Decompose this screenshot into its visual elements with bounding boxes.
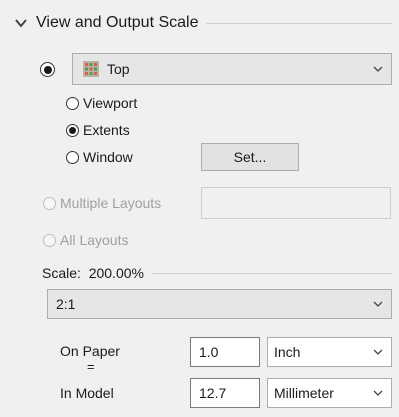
window-radio[interactable] bbox=[66, 150, 79, 164]
scale-dropdown[interactable]: 2:1 bbox=[47, 289, 392, 319]
paper-unit-value: Inch bbox=[274, 344, 301, 360]
model-value-text: 12.7 bbox=[199, 385, 227, 401]
model-unit-select[interactable]: Millimeter bbox=[267, 378, 392, 408]
option-extents[interactable]: Extents bbox=[66, 120, 130, 140]
option-window[interactable]: Window bbox=[66, 147, 133, 167]
layouts-field[interactable] bbox=[201, 187, 391, 219]
window-label: Window bbox=[83, 149, 133, 165]
grid-view-icon bbox=[83, 61, 99, 77]
extents-label: Extents bbox=[83, 122, 130, 138]
section-title: View and Output Scale bbox=[36, 14, 199, 31]
divider bbox=[151, 272, 392, 274]
scale-dropdown-value: 2:1 bbox=[56, 296, 76, 312]
chevron-down-icon[interactable] bbox=[14, 16, 28, 30]
equals-label: = bbox=[87, 359, 95, 374]
model-value-input[interactable]: 12.7 bbox=[190, 378, 260, 408]
in-model-label: In Model bbox=[60, 385, 114, 401]
option-viewport[interactable]: Viewport bbox=[66, 93, 137, 113]
extents-radio[interactable] bbox=[66, 123, 79, 137]
paper-value-input[interactable]: 1.0 bbox=[190, 337, 260, 367]
set-window-button-label: Set... bbox=[233, 149, 267, 165]
chevron-down-icon bbox=[373, 301, 383, 307]
chevron-down-icon bbox=[373, 66, 383, 72]
divider bbox=[206, 22, 392, 24]
scale-label: Scale: 200.00% bbox=[42, 265, 144, 281]
all-layouts-label: All Layouts bbox=[60, 232, 129, 248]
chevron-down-icon bbox=[373, 390, 383, 396]
section-header[interactable]: View and Output Scale bbox=[14, 10, 392, 36]
paper-value-text: 1.0 bbox=[199, 344, 219, 360]
multiple-layouts-label: Multiple Layouts bbox=[60, 195, 162, 211]
option-multiple-layouts[interactable]: Multiple Layouts bbox=[43, 193, 161, 213]
on-paper-label: On Paper bbox=[60, 343, 120, 359]
all-layouts-radio[interactable] bbox=[43, 233, 56, 247]
multiple-layouts-radio[interactable] bbox=[43, 196, 56, 210]
model-unit-value: Millimeter bbox=[274, 385, 334, 401]
paper-unit-select[interactable]: Inch bbox=[267, 337, 392, 367]
viewport-radio[interactable] bbox=[66, 96, 79, 110]
option-all-layouts[interactable]: All Layouts bbox=[43, 230, 128, 250]
viewport-label: Viewport bbox=[83, 95, 138, 111]
view-dropdown-value: Top bbox=[107, 61, 130, 77]
chevron-down-icon bbox=[373, 349, 383, 355]
scale-header: Scale: 200.00% bbox=[42, 263, 392, 283]
set-window-button[interactable]: Set... bbox=[201, 143, 299, 171]
view-dropdown[interactable]: Top bbox=[72, 53, 392, 85]
view-radio[interactable] bbox=[40, 62, 55, 77]
